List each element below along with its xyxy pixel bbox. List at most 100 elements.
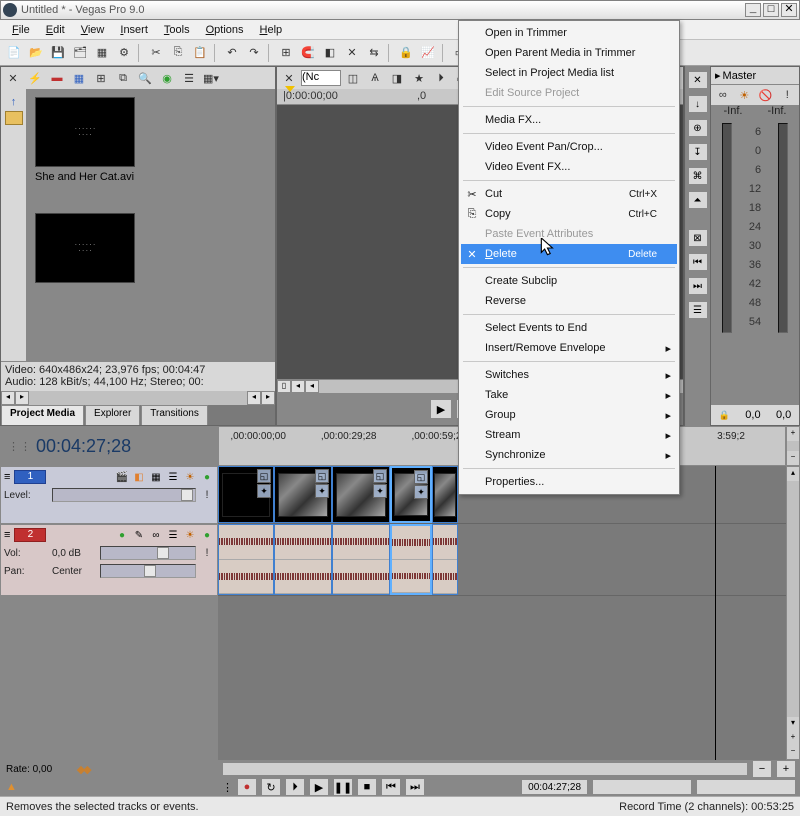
tab-project-media[interactable]: Project Media [1,405,84,425]
tl-play[interactable]: ▶ [309,778,329,796]
undo-button[interactable]: ↶ [222,43,242,63]
cut-button[interactable]: ✂ [146,43,166,63]
rt-btn4[interactable]: ⌘ [688,167,708,185]
solo-icon[interactable]: ! [200,489,214,501]
close-button[interactable]: ✕ [781,3,797,17]
new-button[interactable]: 📄 [4,43,24,63]
paste-button[interactable]: 📋 [190,43,210,63]
audio-clip[interactable] [332,524,390,595]
mute-icon[interactable]: ● [200,470,214,484]
scrollbtn[interactable]: ◂ [305,380,319,393]
playhead[interactable] [715,466,716,760]
tab-transitions[interactable]: Transitions [141,405,208,425]
play-button[interactable]: ▶ [430,399,452,419]
master-solo-icon[interactable]: ! [778,85,798,105]
tl-play-start[interactable]: ⏵ [285,778,305,796]
pan-crop-icon[interactable]: ◱ [257,469,271,483]
grip-icon[interactable]: ⋮ [222,781,233,794]
preview-combo[interactable]: (Nc [301,70,341,86]
record-button[interactable]: ● [237,778,257,796]
ctx-copy[interactable]: ⎘CopyCtrl+C [461,204,677,224]
rt-dim-icon[interactable]: ⏶ [688,191,708,209]
mute-icon[interactable]: ● [200,528,214,542]
track-motion-icon[interactable]: ◧ [132,470,146,484]
event-fx-icon[interactable]: ✦ [315,484,329,498]
open-button[interactable]: 📂 [26,43,46,63]
menu-insert[interactable]: Insert [112,22,156,38]
track-fx-icon[interactable]: ▦ [149,470,163,484]
preview-splice-icon[interactable]: ◨ [387,68,407,88]
grip-icon[interactable]: ⋮⋮ [8,440,32,453]
scroll-right2-icon[interactable]: ▸ [261,391,275,405]
rt-btn6[interactable]: ⊠ [688,229,708,247]
rt-btn2[interactable]: ⊕ [688,119,708,137]
minimize-button[interactable]: _ [745,3,761,17]
pm-scrollbar[interactable]: ◂ ▸ ◂ ▸ [1,391,275,405]
scroll-left2-icon[interactable]: ◂ [247,391,261,405]
ctx-media-fx-[interactable]: Media FX... [461,110,677,130]
up-arrow-icon[interactable]: ↑ [6,95,22,109]
timeline-zoom-scrollbar[interactable]: + − [786,426,800,466]
arm-record-icon[interactable]: ● [115,528,129,542]
preview-fav-icon[interactable]: ★ [409,68,429,88]
video-clip[interactable]: ◱✦ [332,466,390,523]
hscroll-minus[interactable]: − [752,760,772,778]
ctx-group[interactable]: Group▸ [461,405,677,425]
menu-options[interactable]: Options [198,22,252,38]
pm-search-icon[interactable]: 🔍 [135,68,155,88]
lock-icon[interactable]: 🔒 [719,410,730,421]
save-button[interactable]: 💾 [48,43,68,63]
media-item[interactable]: · · · · · ·· · · · She and Her Cat.avi [35,97,145,183]
scrub-control[interactable] [58,762,108,776]
automation-icon[interactable]: ☰ [166,470,180,484]
video-clip[interactable] [432,466,458,523]
ctx-open-in-trimmer[interactable]: Open in Trimmer [461,23,677,43]
marker-tri-icon[interactable]: ▲ [6,781,17,793]
ctx-insert-remove-envelope[interactable]: Insert/Remove Envelope▸ [461,338,677,358]
tl-go-end[interactable]: ⏭ [405,778,425,796]
ctx-select-in-project-media-list[interactable]: Select in Project Media list [461,63,677,83]
track-grip-icon[interactable]: ≡ [4,529,10,541]
rt-close[interactable]: ✕ [688,71,708,89]
tl-go-start[interactable]: ⏮ [381,778,401,796]
video-clip-selected[interactable]: ◱✦ [390,466,432,523]
hscroll-plus[interactable]: + [776,760,796,778]
tl-stop[interactable]: ■ [357,778,377,796]
tl-pause[interactable]: ❚❚ [333,778,353,796]
ctx-create-subclip[interactable]: Create Subclip [461,271,677,291]
ctx-properties-[interactable]: Properties... [461,472,677,492]
pan-crop-icon[interactable]: ◱ [315,469,329,483]
audio-clip[interactable] [218,524,274,595]
ctx-cut[interactable]: ✂CutCtrl+X [461,184,677,204]
scroll-right-icon[interactable]: ▸ [15,391,29,405]
close-panel-button[interactable]: ✕ [3,68,23,88]
pan-crop-icon[interactable]: ◱ [414,470,428,484]
rt-skip-end[interactable]: ⏭ [688,277,708,295]
rt-skip-start[interactable]: ⏮ [688,253,708,271]
ctx-open-parent-media-in-trimmer[interactable]: Open Parent Media in Trimmer [461,43,677,63]
menu-edit[interactable]: Edit [38,22,73,38]
vol-slider[interactable] [100,546,196,560]
audio-lane[interactable] [218,524,786,596]
redo-button[interactable]: ↷ [244,43,264,63]
scroll-left-icon[interactable]: ◂ [1,391,15,405]
render-button[interactable]: ▦ [92,43,112,63]
pm-capture-icon[interactable]: ▦ [69,68,89,88]
tc-sel-len[interactable] [696,779,796,795]
ctx-video-event-pan-crop-[interactable]: Video Event Pan/Crop... [461,137,677,157]
ctx-reverse[interactable]: Reverse [461,291,677,311]
timeline-vscroll[interactable]: ▴▾+− [786,466,800,760]
ctx-select-events-to-end[interactable]: Select Events to End [461,318,677,338]
master-collapse-icon[interactable]: ▸ [715,69,721,82]
pm-views-icon[interactable]: ▦▾ [201,68,221,88]
event-fx-icon[interactable]: ✦ [414,485,428,499]
pm-fx-icon[interactable]: ◉ [157,68,177,88]
tab-explorer[interactable]: Explorer [85,405,140,425]
preview-shuttle-icon[interactable]: ⏵ [431,68,451,88]
gear-icon[interactable]: ☀ [183,470,197,484]
preview-close-button[interactable]: ✕ [279,68,299,88]
loop-button[interactable]: ↻ [261,778,281,796]
rt-btn3[interactable]: ↧ [688,143,708,161]
level-slider[interactable] [52,488,196,502]
ctx-video-event-fx-[interactable]: Video Event FX... [461,157,677,177]
